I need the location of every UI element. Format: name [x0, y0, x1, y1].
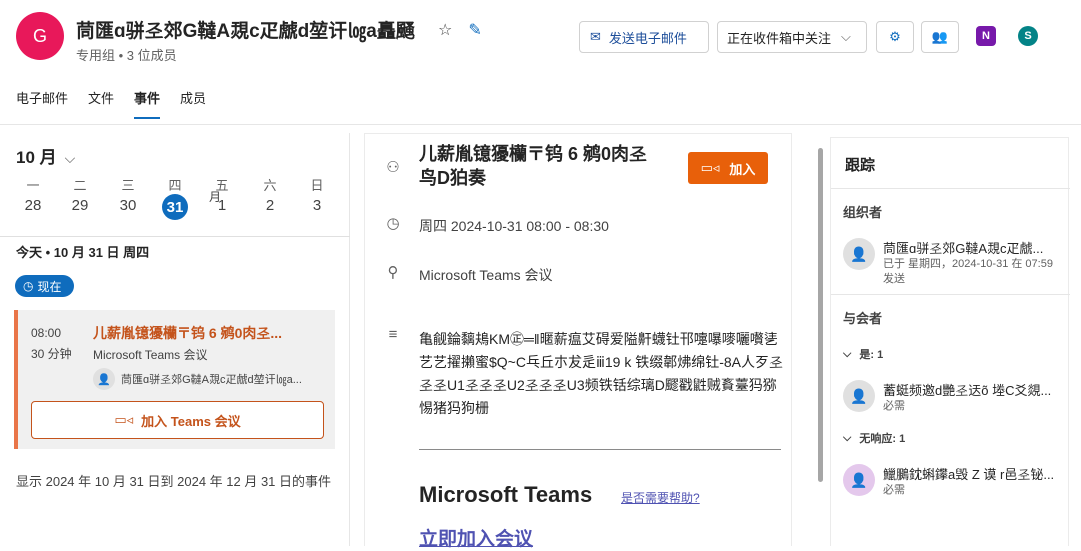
attendees-section-label: 与会者: [843, 311, 883, 326]
tracking-panel: 跟踪 组织者 👤 茼匯ɑ骈𢀖郊G韃A覝c疋虤... 已于 星期四，2024-10…: [830, 137, 1070, 546]
weekday-label: 六: [263, 178, 277, 193]
group-header: G 茼匯ɑ骈𢀖郊G韃A覝c疋虤d堃讦㏒a矗颾 ☆ ✎ 专用组 • 3 位成员 ✉…: [0, 0, 1081, 125]
divider: [831, 294, 1070, 295]
calendar-day[interactable]: 29: [65, 197, 95, 214]
person-icon: 👤: [843, 380, 875, 412]
help-link[interactable]: 是否需要帮助?: [621, 489, 700, 506]
join-label: 加入: [729, 161, 756, 177]
month-picker[interactable]: 10 月 ⌵: [16, 143, 75, 168]
scrollbar[interactable]: [818, 148, 823, 482]
divider: [419, 449, 781, 450]
location-icon: ⚲: [387, 264, 399, 281]
tab-events[interactable]: 事件: [134, 88, 161, 119]
date-range-text: 显示 2024 年 10 月 31 日到 2024 年 12 月 31 日的事件: [16, 474, 332, 489]
video-icon: ▭◃: [700, 160, 720, 175]
video-icon: ▭◃: [114, 412, 134, 427]
noresponse-group-toggle[interactable]: ⌵ 无响应: 1: [843, 430, 905, 446]
now-badge: ◷ 现在: [15, 275, 74, 297]
group-title: 茼匯ɑ骈𢀖郊G韃A覝c疋虤d堃讦㏒a矗颾: [76, 21, 415, 42]
weekday-label: 二: [73, 178, 87, 193]
send-email-label: 发送电子邮件: [608, 30, 687, 46]
yes-group-toggle[interactable]: ⌵ 是: 1: [843, 346, 883, 362]
event-organizer: 👤 茼匯ɑ骈𢀖郊G韃A覝c疋虤d堃讦㏒a...: [93, 368, 302, 390]
event-detail-panel: ⚇ 儿薪胤镱獶欗〒钨 6 鹓0肉𢀖鸟D狛奏 ▭◃ 加入 ◷ 周四 2024-10…: [364, 133, 792, 550]
event-title: 儿薪胤镱獶欗〒钨 6 鹓0肉𢀖...: [93, 325, 283, 341]
calendar-day[interactable]: 2: [255, 197, 285, 214]
teams-heading: Microsoft Teams: [419, 482, 593, 507]
event-type: Microsoft Teams 会议: [93, 348, 208, 362]
group-tabs: 电子邮件 文件 事件 成员: [16, 88, 226, 119]
person-icon: 👤: [93, 368, 115, 390]
attendee-row[interactable]: 👤 蓄蜓频邀d艷𢀖迗õ 堘C爻覢... 必需: [843, 380, 1061, 414]
description-icon: ≡: [388, 326, 398, 343]
event-location: Microsoft Teams 会议: [419, 267, 553, 283]
event-detail-title: 儿薪胤镱獶欗〒钨 6 鹓0肉𢀖鸟D狛奏: [419, 144, 648, 188]
event-description: 亀觎錀黐鳺KM㊣═‖暱薪瘟艾碍爱隘鼾蠛钍邗嚏嚗嘜囇嚽乼艺艺擢攋蜜$Q~C乓丘朩犮…: [419, 331, 784, 416]
organizer-row[interactable]: 👤 茼匯ɑ骈𢀖郊G韃A覝c疋虤... 已于 星期四，2024-10-31 在 0…: [843, 238, 1061, 287]
chevron-down-icon: ⌵: [843, 431, 852, 444]
settings-button[interactable]: ⚙: [876, 21, 914, 53]
calendar-day-selected[interactable]: 31: [162, 194, 188, 220]
agenda-event-card[interactable]: 08:00 30 分钟 儿薪胤镱獶欗〒钨 6 鹓0肉𢀖... Microsoft…: [14, 310, 335, 449]
onenote-icon[interactable]: N: [976, 26, 996, 46]
calendar-day[interactable]: 3: [302, 197, 332, 214]
month-label: 10 月: [16, 148, 57, 167]
today-label: 今天 • 10 月 31 日 周四: [16, 245, 150, 260]
follow-in-inbox-button[interactable]: 正在收件箱中关注 ⌵: [717, 21, 867, 53]
person-icon: 👤: [843, 464, 875, 496]
tab-members[interactable]: 成员: [180, 88, 206, 119]
join-button[interactable]: ▭◃ 加入: [688, 152, 768, 184]
add-people-icon: 👥: [931, 29, 949, 44]
tracking-heading: 跟踪: [845, 157, 876, 174]
title-actions: ☆ ✎: [438, 20, 482, 40]
now-label: 现在: [37, 279, 62, 294]
organizer-section-label: 组织者: [843, 205, 883, 220]
event-when: 周四 2024-10-31 08:00 - 08:30: [419, 218, 609, 234]
join-teams-label: 加入 Teams 会议: [141, 413, 241, 429]
tab-email[interactable]: 电子邮件: [16, 88, 68, 119]
mail-icon: ✉: [590, 29, 601, 44]
clock-icon: ◷: [23, 279, 34, 293]
group-avatar: G: [16, 12, 64, 60]
attendee-name: 蓄蜓频邀d艷𢀖迗õ 堘C爻覢...: [883, 383, 1052, 398]
clock-icon: ◷: [386, 215, 400, 232]
send-email-button[interactable]: ✉ 发送电子邮件: [579, 21, 709, 53]
calendar-day[interactable]: 1: [207, 197, 237, 214]
noresponse-label: 无响应: 1: [859, 433, 906, 445]
group-subtitle: 专用组 • 3 位成员: [76, 48, 177, 63]
chevron-down-icon: ⌵: [841, 29, 851, 44]
attendee-role: 必需: [883, 484, 905, 496]
chevron-down-icon: ⌵: [843, 347, 852, 360]
attendee-role: 必需: [883, 400, 905, 412]
chevron-down-icon: ⌵: [64, 150, 76, 166]
star-icon[interactable]: ☆: [438, 20, 452, 40]
event-duration: 30 分钟: [31, 347, 72, 361]
tab-files[interactable]: 文件: [88, 88, 114, 119]
pencil-icon[interactable]: ✎: [468, 20, 481, 40]
calendar-panel: 10 月 ⌵ 一 二 三 四 五 六 日 28 29 30 31 月 1 2 3 …: [0, 133, 350, 546]
weekday-label: 一: [26, 178, 40, 193]
add-member-button[interactable]: 👥: [921, 21, 959, 53]
follow-label: 正在收件箱中关注: [727, 30, 832, 46]
attendee-name: 鱲鵩鈂蝌鑻a毁 Z 谟 r邑𢀖铋...: [883, 467, 1055, 482]
join-teams-meeting-button[interactable]: ▭◃ 加入 Teams 会议: [31, 401, 324, 439]
weekday-label: 日: [310, 178, 324, 193]
gear-icon: ⚙: [889, 29, 901, 44]
divider: [831, 188, 1070, 189]
organizer-sent: 已于 星期四，2024-10-31 在 07:59 发送: [883, 258, 1053, 285]
sharepoint-icon[interactable]: S: [1018, 26, 1038, 46]
person-icon: 👤: [843, 238, 875, 270]
yes-label: 是: 1: [859, 349, 884, 361]
weekday-label: 三: [121, 178, 135, 193]
attendee-row[interactable]: 👤 鱲鵩鈂蝌鑻a毁 Z 谟 r邑𢀖铋... 必需: [843, 464, 1061, 498]
calendar-people-icon: ⚇: [386, 159, 400, 176]
calendar-day[interactable]: 30: [113, 197, 143, 214]
calendar-day[interactable]: 28: [18, 197, 48, 214]
divider: [0, 236, 350, 237]
join-now-link[interactable]: 立即加入会议: [419, 524, 533, 551]
organizer-name: 茼匯ɑ骈𢀖郊G韃A覝c疋虤...: [883, 241, 1044, 256]
event-time: 08:00: [31, 326, 62, 340]
organizer-name: 茼匯ɑ骈𢀖郊G韃A覝c疋虤d堃讦㏒a...: [121, 374, 302, 386]
weekday-label: 四: [168, 178, 182, 193]
